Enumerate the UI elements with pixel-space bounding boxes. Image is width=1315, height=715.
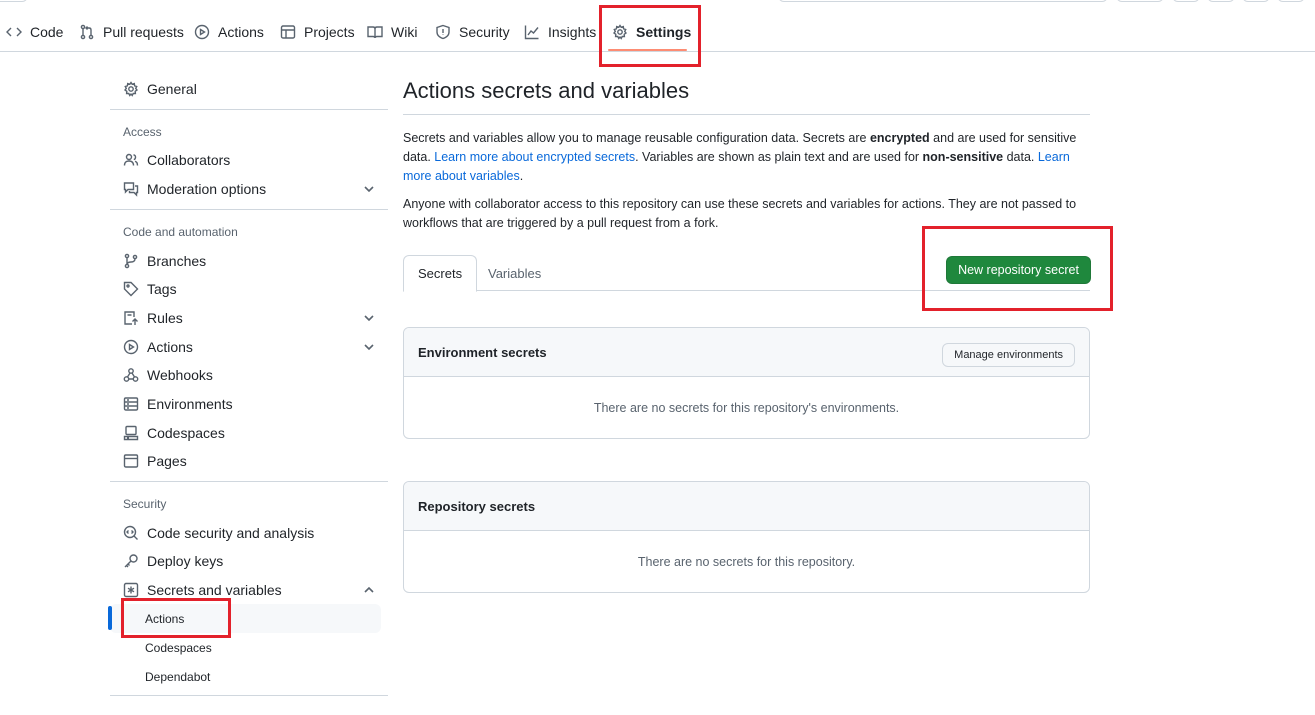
repo-push-icon	[124, 311, 138, 325]
intro-bold-non-sensitive: non-sensitive	[922, 150, 1004, 164]
gear-icon	[123, 81, 139, 97]
tab-security[interactable]: Security	[435, 19, 510, 45]
sidebar-active-indicator	[108, 606, 112, 630]
asterisk-box-icon	[123, 582, 139, 598]
tab-secrets[interactable]: Secrets	[403, 255, 478, 292]
repository-secrets-box: Repository secrets There are no secrets …	[403, 481, 1090, 593]
environment-secrets-title: Environment secrets	[418, 344, 547, 360]
play-icon	[123, 339, 139, 355]
nav-clipped-button[interactable]	[1172, 0, 1200, 2]
sidebar-item-branches[interactable]: Branches	[123, 247, 375, 275]
nav-clipped-button[interactable]	[1242, 0, 1270, 2]
sidebar-item-deploy-keys[interactable]: Deploy keys	[123, 547, 375, 575]
key-icon	[124, 554, 138, 568]
highlight-box-new-secret	[922, 226, 1113, 311]
tab-insights[interactable]: Insights	[524, 19, 596, 45]
table-icon	[280, 25, 296, 39]
nav-clipped-button[interactable]	[1277, 0, 1305, 2]
codescan-icon	[123, 525, 138, 540]
learn-more-secrets-link[interactable]: Learn more about encrypted secrets	[434, 150, 635, 164]
chevron-down-icon[interactable]	[363, 341, 375, 353]
git-pull-request-icon	[80, 24, 94, 40]
sidebar-divider	[110, 695, 388, 696]
sidebar-divider	[110, 481, 388, 482]
environment-secrets-header: Environment secrets Manage environments	[404, 328, 1089, 377]
sidebar-item-tags[interactable]: Tags	[123, 275, 375, 303]
comment-discussion-icon	[123, 182, 139, 197]
environment-secrets-empty: There are no secrets for this repository…	[593, 400, 900, 415]
highlight-box-actions-subitem	[121, 598, 231, 638]
chevron-down-icon[interactable]	[363, 183, 375, 195]
intro-bold-encrypted: encrypted	[869, 131, 930, 145]
code-icon	[6, 27, 22, 37]
sidebar-item-rules[interactable]: Rules	[123, 304, 375, 332]
sidebar-item-code-security[interactable]: Code security and analysis	[123, 519, 375, 547]
people-icon	[123, 153, 139, 166]
intro-text: . Variables are shown as plain text and …	[635, 150, 923, 164]
sidebar-subitem-dependabot[interactable]: Dependabot	[145, 670, 210, 684]
repository-secrets-empty: There are no secrets for this repository…	[637, 554, 856, 569]
sidebar-item-codespaces[interactable]: Codespaces	[123, 419, 375, 447]
intro-paragraph: Secrets and variables allow you to manag…	[403, 129, 1090, 186]
sidebar-item-webhooks[interactable]: Webhooks	[123, 361, 375, 389]
nav-clipped-button[interactable]	[1207, 0, 1235, 2]
environment-secrets-box: Environment secrets Manage environments …	[403, 327, 1090, 439]
repository-secrets-title: Repository secrets	[418, 498, 536, 514]
intro-text: .	[519, 169, 524, 183]
shield-icon	[436, 24, 450, 40]
graph-icon	[524, 25, 539, 40]
play-icon	[194, 24, 210, 40]
chevron-up-icon[interactable]	[363, 584, 375, 596]
tag-icon	[123, 281, 139, 297]
codespaces-icon	[123, 425, 139, 441]
git-branch-icon	[124, 253, 138, 269]
book-icon	[367, 26, 383, 39]
intro-text: Secrets and variables allow you to manag…	[403, 131, 870, 145]
nav-clipped-control	[0, 0, 28, 2]
sidebar-divider	[110, 109, 388, 110]
tab-actions[interactable]: Actions	[194, 19, 264, 45]
browser-icon	[123, 454, 139, 468]
tab-pull-requests[interactable]: Pull requests	[79, 19, 184, 45]
sidebar-item-pages[interactable]: Pages	[123, 447, 375, 475]
sidebar-item-actions[interactable]: Actions	[123, 333, 375, 361]
tab-projects[interactable]: Projects	[280, 19, 355, 45]
nav-clipped-button[interactable]	[1116, 0, 1164, 2]
title-divider	[403, 114, 1090, 115]
sidebar-item-general[interactable]: General	[123, 75, 375, 103]
chevron-down-icon[interactable]	[363, 312, 375, 324]
server-icon	[123, 397, 139, 411]
tab-wiki[interactable]: Wiki	[367, 19, 417, 45]
sidebar-subitem-codespaces[interactable]: Codespaces	[145, 641, 212, 655]
sidebar-item-moderation[interactable]: Moderation options	[123, 175, 375, 203]
sidebar-heading-code-automation: Code and automation	[123, 225, 238, 239]
sidebar-divider	[110, 209, 388, 210]
sidebar-heading-security: Security	[123, 497, 167, 511]
tab-variables[interactable]: Variables	[474, 255, 555, 291]
intro-text: data.	[1003, 150, 1038, 164]
webhook-icon	[123, 368, 139, 382]
sidebar-heading-access: Access	[123, 125, 162, 139]
highlight-box-settings	[599, 5, 701, 67]
search-box-clipped[interactable]	[778, 0, 1108, 2]
tab-code[interactable]: Code	[6, 19, 63, 45]
sidebar-item-collaborators[interactable]: Collaborators	[123, 146, 375, 174]
page-title: Actions secrets and variables	[403, 78, 690, 103]
sidebar-item-environments[interactable]: Environments	[123, 390, 375, 418]
repository-secrets-header: Repository secrets	[404, 482, 1089, 531]
manage-environments-button[interactable]: Manage environments	[942, 343, 1075, 367]
